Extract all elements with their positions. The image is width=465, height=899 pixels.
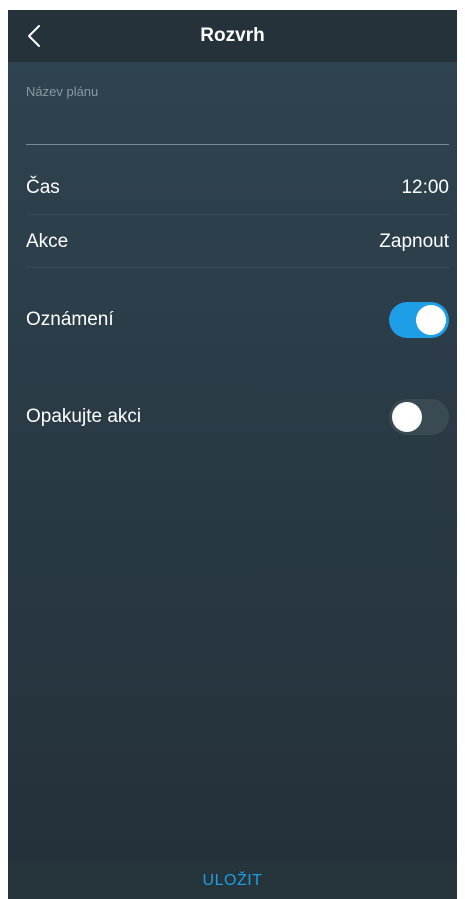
- header-bar: Rozvrh: [8, 10, 457, 62]
- repeat-toggle[interactable]: [389, 399, 449, 435]
- notification-label: Oznámení: [26, 309, 114, 330]
- time-value: 12:00: [401, 177, 449, 198]
- action-value: Zapnout: [379, 231, 449, 252]
- repeat-row: Opakujte akci: [26, 395, 449, 439]
- repeat-label: Opakujte akci: [26, 406, 142, 427]
- action-label: Akce: [26, 231, 69, 252]
- plan-name-input[interactable]: [26, 106, 449, 142]
- action-row[interactable]: Akce Zapnout: [26, 216, 449, 268]
- toggle-knob: [392, 402, 422, 432]
- time-label: Čas: [26, 177, 60, 198]
- schedule-screen: Rozvrh Název plánu Čas 12:00 Akce Zapnou…: [8, 10, 457, 899]
- time-row[interactable]: Čas 12:00: [26, 164, 449, 212]
- page-title: Rozvrh: [200, 25, 265, 46]
- divider: [26, 214, 449, 215]
- plan-name-underline: [26, 144, 449, 145]
- toggle-knob: [416, 305, 446, 335]
- save-button[interactable]: ULOŽIT: [8, 872, 457, 890]
- notification-row: Oznámení: [26, 298, 449, 342]
- plan-name-label: Název plánu: [26, 84, 99, 99]
- divider: [26, 267, 449, 268]
- notification-toggle[interactable]: [389, 302, 449, 338]
